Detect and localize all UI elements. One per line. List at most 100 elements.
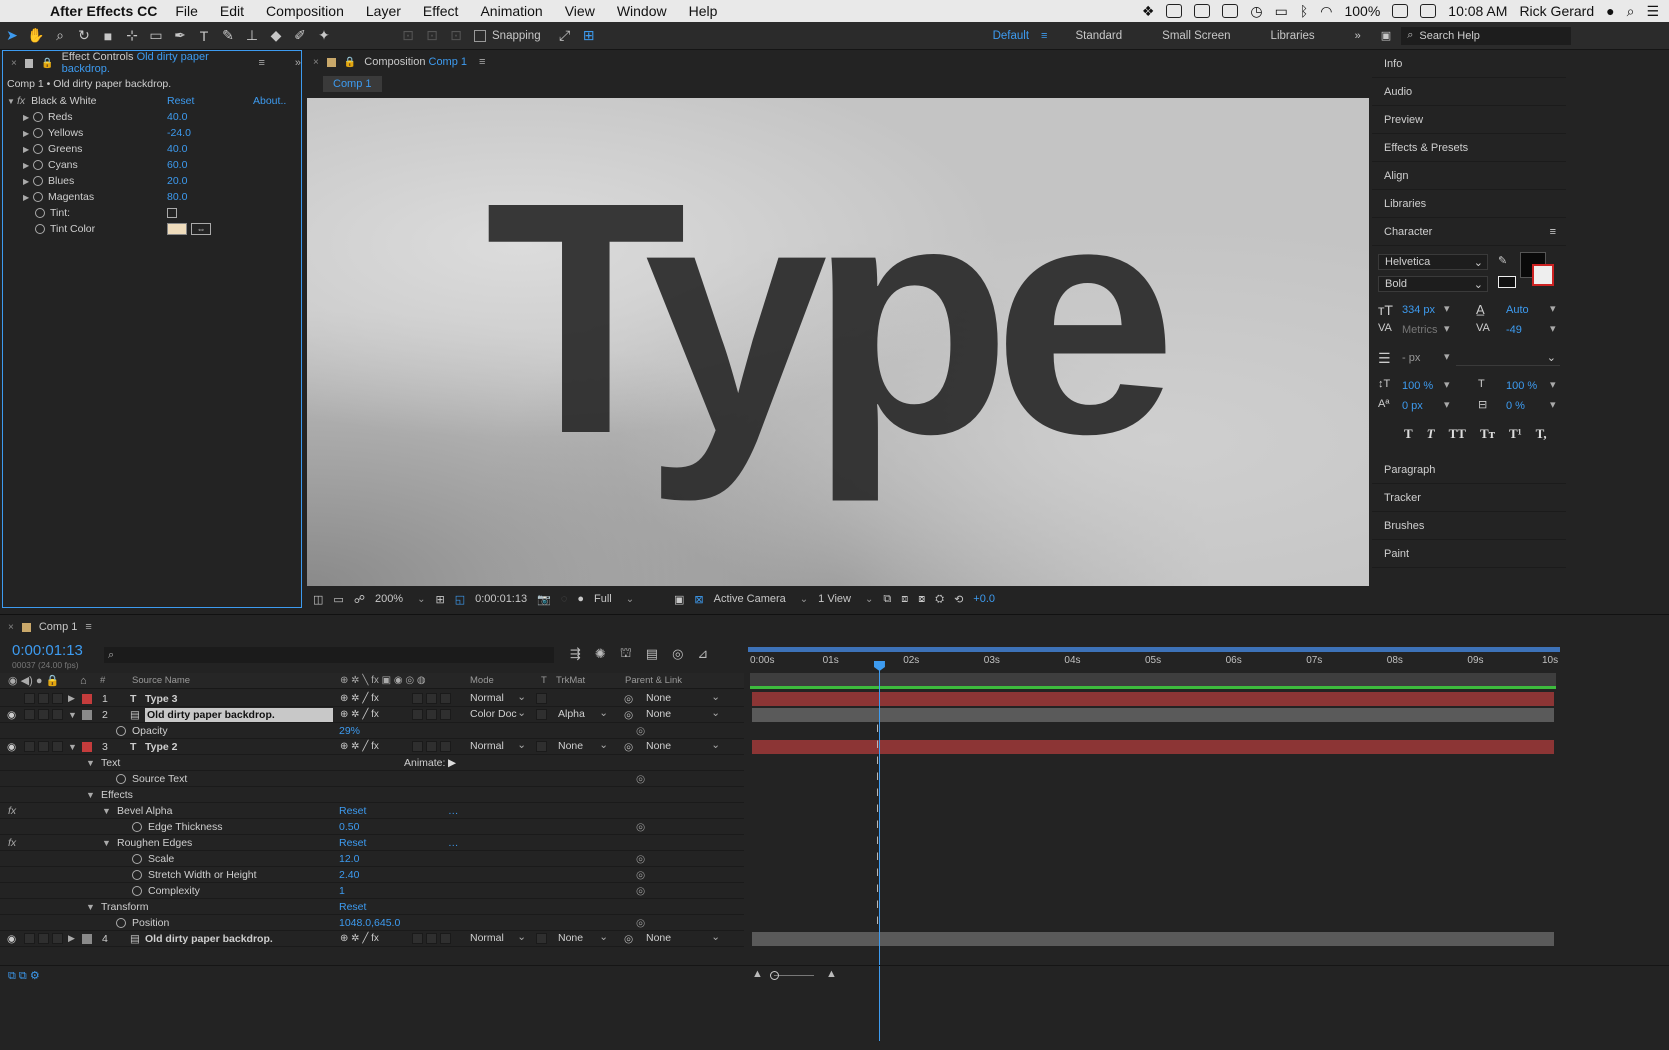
timeline-search-input[interactable]: ⌕ (104, 647, 554, 663)
pick-whip-icon[interactable]: ◎ (624, 741, 633, 753)
snap-grid-icon[interactable]: ⊞ (577, 24, 601, 48)
expand-triangle-icon[interactable]: ▼ (102, 838, 111, 848)
panel-paint[interactable]: Paint (1372, 540, 1566, 568)
pick-whip-icon[interactable]: ◎ (624, 693, 633, 705)
notifications-icon[interactable]: ☰ (1646, 3, 1659, 20)
menu-edit[interactable]: Edit (220, 3, 244, 19)
draft-3d-icon[interactable]: ✺ (595, 646, 606, 662)
stopwatch-icon[interactable] (132, 821, 142, 832)
view-axis-icon[interactable]: ⊡ (444, 24, 468, 48)
time-machine-icon[interactable]: ◷ (1250, 3, 1262, 20)
workspace-libraries[interactable]: Libraries (1271, 30, 1315, 42)
timeline-layer-row[interactable]: ◉ ▼ 2 ▤ Old dirty paper backdrop. ⊕ ✲ ╱ fx Col… (0, 707, 744, 723)
adjustment-toggle[interactable] (426, 693, 437, 704)
layer-duration-bar[interactable] (752, 692, 1554, 706)
workspace-small-screen[interactable]: Small Screen (1162, 30, 1230, 42)
menu-file[interactable]: File (175, 3, 198, 19)
baseline-shift-value[interactable]: 0 px (1402, 400, 1423, 412)
roto-brush-tool-icon[interactable]: ✐ (288, 24, 312, 48)
stopwatch-icon[interactable] (116, 773, 126, 784)
motion-blur-toggle[interactable] (412, 709, 423, 720)
preserve-transparency-toggle[interactable] (536, 933, 547, 944)
subscript-button[interactable]: T, (1536, 426, 1547, 442)
param-value[interactable]: 40.0 (167, 143, 187, 155)
eyedropper-icon[interactable]: ✎ (1498, 254, 1507, 267)
show-snapshot-icon[interactable]: ◌ (561, 593, 568, 605)
timeline-icon[interactable]: ⧇ (918, 593, 925, 606)
panel-menu-icon[interactable]: ≡ (85, 621, 91, 633)
stroke-type-dropdown[interactable]: ⌄ (1456, 350, 1560, 366)
property-row[interactable]: Opacity 29% ◎ (0, 723, 744, 739)
param-value[interactable]: 80.0 (167, 191, 187, 203)
workspace-default[interactable]: Default (993, 30, 1029, 42)
panel-menu-icon[interactable]: ≡ (479, 56, 485, 68)
effect-about-button[interactable]: About.. (253, 95, 286, 107)
eraser-tool-icon[interactable]: ◆ (264, 24, 288, 48)
tsume-value[interactable]: 0 % (1506, 400, 1525, 412)
reset-button[interactable]: Reset (339, 837, 366, 849)
pick-whip-icon[interactable]: ◎ (624, 933, 633, 945)
parent-dropdown[interactable]: None (646, 739, 722, 754)
layer-switches[interactable]: ⊕ ✲ ╱ fx (340, 693, 379, 704)
always-preview-icon[interactable]: ◫ (313, 593, 323, 606)
chevron-down-icon[interactable]: ▾ (1444, 302, 1450, 315)
expand-triangle-icon[interactable]: ▶ (23, 145, 33, 154)
3d-toggle[interactable] (440, 741, 451, 752)
work-area-track[interactable] (750, 673, 1556, 689)
zoom-dropdown[interactable]: 200% (375, 593, 426, 605)
spotlight-icon[interactable]: ⌕ (1627, 3, 1635, 20)
panel-audio[interactable]: Audio (1372, 78, 1566, 106)
preserve-transparency-toggle[interactable] (536, 741, 547, 752)
layer-name[interactable]: Type 2 (145, 740, 177, 754)
eyedropper-icon[interactable]: ⇔ (191, 223, 211, 235)
param-value[interactable]: 40.0 (167, 111, 187, 123)
view-layout-dropdown[interactable]: 1 View (818, 593, 873, 605)
expression-pick-whip-icon[interactable]: ◎ (636, 853, 645, 865)
expand-triangle-icon[interactable]: ▶ (23, 129, 33, 138)
stopwatch-icon[interactable] (33, 112, 43, 122)
rectangle-tool-icon[interactable]: ▭ (144, 24, 168, 48)
adjustment-toggle[interactable] (426, 709, 437, 720)
battery-icon[interactable] (1392, 4, 1409, 18)
pick-whip-icon[interactable]: ◎ (624, 709, 633, 721)
layer-switches[interactable]: ⊕ ✲ ╱ fx (340, 709, 379, 720)
horizontal-scale-value[interactable]: 100 % (1506, 380, 1537, 392)
panel-libraries[interactable]: Libraries (1372, 190, 1566, 218)
layer-duration-bar[interactable] (752, 740, 1554, 754)
layer-name[interactable]: Old dirty paper backdrop. (145, 932, 273, 946)
property-value[interactable]: 1 (339, 885, 345, 897)
adjustment-toggle[interactable] (426, 933, 437, 944)
expand-triangle-icon[interactable]: ▼ (102, 806, 111, 816)
puppet-tool-icon[interactable]: ✦ (312, 24, 336, 48)
param-value[interactable]: 20.0 (167, 175, 187, 187)
expand-triangle-icon[interactable]: ▼ (86, 902, 95, 912)
blend-mode-dropdown[interactable]: Normal (470, 739, 528, 754)
snapping-checkbox[interactable] (474, 29, 486, 42)
zoom-slider-thumb[interactable] (770, 971, 779, 980)
panel-paragraph[interactable]: Paragraph (1372, 456, 1566, 484)
audio-toggle[interactable] (24, 741, 35, 752)
expression-pick-whip-icon[interactable]: ◎ (636, 885, 645, 897)
column-source-name[interactable]: Source Name (132, 675, 190, 686)
vertical-scale-value[interactable]: 100 % (1402, 380, 1433, 392)
expand-triangle-icon[interactable]: ▶ (23, 193, 33, 202)
layer-duration-bar[interactable] (752, 708, 1554, 722)
solo-toggle[interactable] (38, 693, 49, 704)
canvas-text[interactable]: Type (485, 153, 1177, 483)
lock-toggle[interactable] (52, 741, 63, 752)
track-matte-dropdown[interactable]: Alpha (558, 707, 610, 722)
panel-expand-icon[interactable]: » (295, 57, 301, 69)
fx-icon[interactable]: fx (17, 95, 25, 107)
hand-tool-icon[interactable]: ✋ (24, 24, 48, 48)
menu-animation[interactable]: Animation (480, 3, 542, 19)
expression-pick-whip-icon[interactable]: ◎ (636, 821, 645, 833)
expand-triangle-icon[interactable]: ▶ (23, 113, 33, 122)
chevron-down-icon[interactable]: ▾ (1444, 350, 1450, 363)
layer-twirl-icon[interactable]: ▼ (68, 710, 77, 720)
close-icon[interactable]: × (8, 622, 14, 633)
property-group-row[interactable]: ▼ Text Animate: ▶ (0, 755, 744, 771)
snap-options-icon[interactable]: ⤢ (553, 24, 577, 48)
superscript-button[interactable]: T¹ (1509, 426, 1522, 442)
clock[interactable]: 10:08 AM (1448, 3, 1507, 19)
panel-brushes[interactable]: Brushes (1372, 512, 1566, 540)
